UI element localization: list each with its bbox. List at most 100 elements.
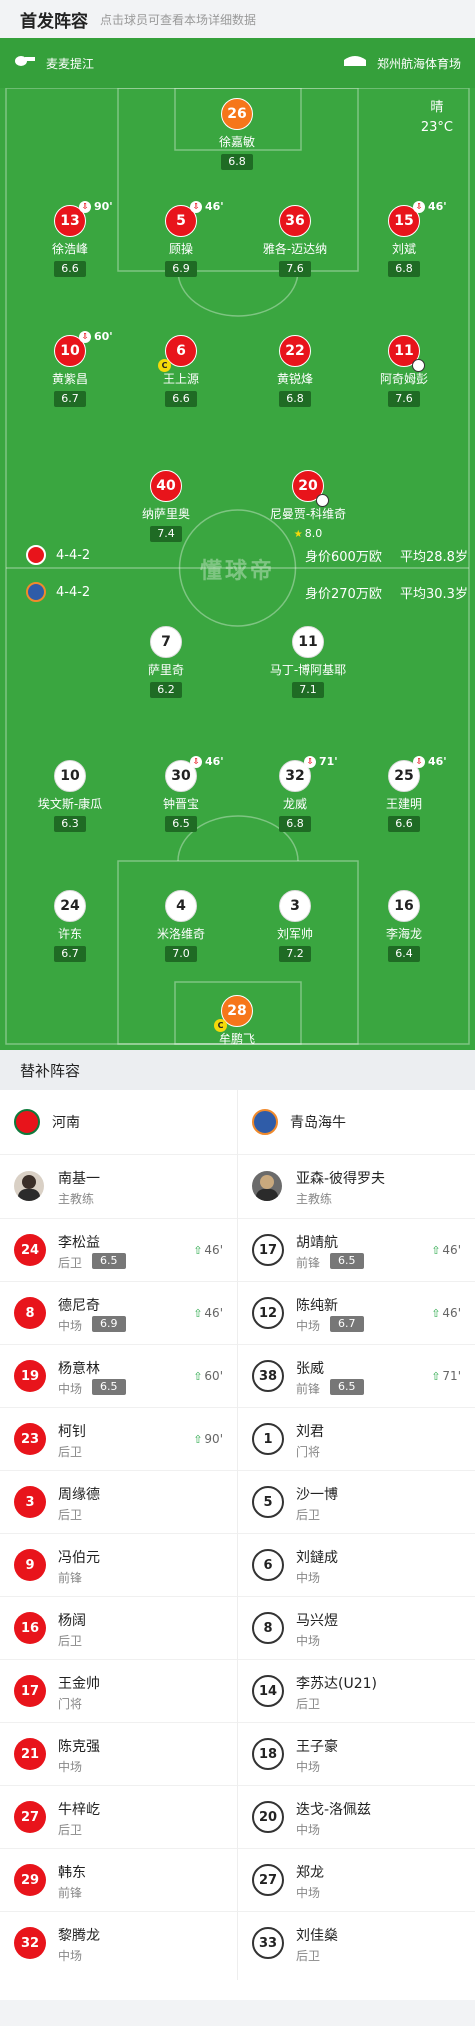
player-name: 米洛维奇 bbox=[156, 927, 205, 941]
away-sub-row[interactable]: 5 沙一博 后卫 bbox=[238, 1470, 475, 1533]
away-value: 身价270万欧 bbox=[305, 586, 382, 602]
sub-position: 中场 bbox=[296, 1760, 321, 1774]
away-player[interactable]: 10 埃文斯-康瓜 6.3 bbox=[10, 760, 130, 832]
player-rating-value: 6.7 bbox=[61, 392, 79, 405]
player-number: 40 bbox=[150, 470, 182, 502]
home-sub-row[interactable]: 23 柯钊 后卫 ⇧ 90' bbox=[0, 1407, 237, 1470]
sub-position: 后卫 bbox=[58, 1508, 83, 1522]
sub-in-minute: 46' bbox=[204, 1243, 223, 1257]
player-rating-value: 6.8 bbox=[286, 817, 304, 830]
player-number-text: 28 bbox=[227, 1003, 247, 1019]
sub-out-minute: 60' bbox=[94, 330, 113, 343]
home-coach-role: 主教练 bbox=[58, 1192, 95, 1206]
sub-name: 杨意林 bbox=[58, 1361, 100, 1377]
home-sub-row[interactable]: 21 陈克强 中场 bbox=[0, 1722, 237, 1785]
away-player[interactable]: 4 米洛维奇 7.0 bbox=[121, 890, 241, 962]
home-player[interactable]: 22 黄锐烽 6.8 bbox=[235, 335, 355, 407]
away-sub-row[interactable]: 27 郑龙 中场 bbox=[238, 1848, 475, 1911]
away-player[interactable]: 16 李海龙 6.4 bbox=[344, 890, 464, 962]
away-player[interactable]: 24 许东 6.7 bbox=[10, 890, 130, 962]
away-player[interactable]: 25 ⇩ 46' 王建明 6.6 bbox=[344, 755, 464, 832]
away-player[interactable]: 7 萨里奇 6.2 bbox=[106, 626, 226, 698]
captain-icon: C bbox=[214, 1019, 227, 1032]
home-sub-row[interactable]: 9 冯伯元 前锋 bbox=[0, 1533, 237, 1596]
away-player[interactable]: 3 刘军帅 7.2 bbox=[235, 890, 355, 962]
player-name: 黄锐烽 bbox=[276, 372, 313, 386]
home-player[interactable]: 20 ● 尼曼贾-科维奇 ★ 8.0 bbox=[248, 470, 368, 543]
player-rating-value: 6.9 bbox=[172, 262, 190, 275]
away-sub-row[interactable]: 18 王子豪 中场 bbox=[238, 1722, 475, 1785]
sub-name: 胡靖航 bbox=[296, 1235, 338, 1251]
venue-name: 郑州航海体育场 bbox=[376, 56, 461, 71]
home-sub-row[interactable]: 16 杨阔 后卫 bbox=[0, 1596, 237, 1659]
home-player[interactable]: 40 纳萨里奥 7.4 bbox=[106, 470, 226, 542]
home-sub-row[interactable]: 32 黎腾龙 中场 bbox=[0, 1911, 237, 1974]
home-player[interactable]: 10 ⇩ 60' 黄紫昌 6.7 bbox=[10, 330, 130, 407]
away-sub-row[interactable]: 20 迭戈-洛佩兹 中场 bbox=[238, 1785, 475, 1848]
home-player[interactable]: 11 ● 阿奇姆彭 7.6 bbox=[344, 335, 464, 407]
sub-in-info: ⇧ 46' bbox=[193, 1243, 223, 1257]
sub-name: 陈克强 bbox=[58, 1739, 100, 1755]
home-sub-row[interactable]: 29 韩东 前锋 bbox=[0, 1848, 237, 1911]
sub-out-minute: 46' bbox=[205, 200, 224, 213]
subs-title: 替补阵容 bbox=[0, 1050, 475, 1090]
away-coach-row[interactable]: 亚森-彼得罗夫 主教练 bbox=[238, 1154, 475, 1217]
home-coach-row[interactable]: 南基一 主教练 bbox=[0, 1154, 237, 1217]
home-player[interactable]: 6 C 王上源 6.6 bbox=[121, 335, 241, 407]
sub-in-info: ⇧ 90' bbox=[193, 1432, 223, 1446]
away-sub-row[interactable]: 17 胡靖航 前锋 6.5 ⇧ 46' bbox=[238, 1218, 475, 1281]
sub-number: 20 bbox=[252, 1801, 284, 1833]
sub-out-badge: ⇩ 46' bbox=[190, 755, 224, 768]
player-name: 萨里奇 bbox=[147, 663, 184, 677]
home-player[interactable]: 15 ⇩ 46' 刘斌 6.8 bbox=[344, 200, 464, 277]
home-value: 身价600万欧 bbox=[305, 549, 382, 565]
away-player[interactable]: 32 ⇩ 71' 龙威 6.8 bbox=[235, 755, 355, 832]
sub-number: 14 bbox=[252, 1675, 284, 1707]
away-sub-row[interactable]: 38 张威 前锋 6.5 ⇧ 71' bbox=[238, 1344, 475, 1407]
away-player[interactable]: 11 马丁-博阿基耶 7.1 bbox=[248, 626, 368, 698]
sub-rating: 6.9 bbox=[92, 1316, 126, 1332]
home-player[interactable]: 5 ⇩ 46' 顾操 6.9 bbox=[121, 200, 241, 277]
away-sub-row[interactable]: 12 陈纯新 中场 6.7 ⇧ 46' bbox=[238, 1281, 475, 1344]
player-number: 30 ⇩ 46' bbox=[165, 755, 224, 792]
player-number-text: 30 bbox=[171, 768, 191, 784]
home-sub-row[interactable]: 19 杨意林 中场 6.5 ⇧ 60' bbox=[0, 1344, 237, 1407]
sub-in-minute: 71' bbox=[442, 1369, 461, 1383]
sub-position: 中场 bbox=[58, 1319, 83, 1333]
sub-name: 冯伯元 bbox=[58, 1550, 100, 1566]
player-number: 13 ⇩ 90' bbox=[54, 200, 113, 237]
player-rating-value: 6.6 bbox=[61, 262, 79, 275]
sub-number: 18 bbox=[252, 1738, 284, 1770]
player-name: 雅各-迈达纳 bbox=[262, 242, 328, 256]
sub-position: 中场 bbox=[296, 1634, 321, 1648]
home-sub-row[interactable]: 27 牛梓屹 后卫 bbox=[0, 1785, 237, 1848]
away-coach-role: 主教练 bbox=[296, 1192, 333, 1206]
home-team-logo-icon bbox=[26, 545, 46, 565]
away-sub-row[interactable]: 8 马兴煜 中场 bbox=[238, 1596, 475, 1659]
captain-icon: C bbox=[158, 359, 171, 372]
home-formation: 4-4-2 bbox=[56, 547, 91, 563]
player-rating-value: 7.4 bbox=[157, 527, 175, 540]
away-sub-row[interactable]: 33 刘佳燊 后卫 bbox=[238, 1911, 475, 1974]
player-number-text: 10 bbox=[60, 768, 80, 784]
sub-rating: 6.5 bbox=[92, 1379, 126, 1395]
sub-name: 张威 bbox=[296, 1361, 324, 1377]
away-sub-row[interactable]: 1 刘君 门将 bbox=[238, 1407, 475, 1470]
home-sub-row[interactable]: 8 德尼奇 中场 6.9 ⇧ 46' bbox=[0, 1281, 237, 1344]
home-player[interactable]: 13 ⇩ 90' 徐浩峰 6.6 bbox=[10, 200, 130, 277]
away-player[interactable]: 30 ⇩ 46' 钟晋宝 6.5 bbox=[121, 755, 241, 832]
player-number-text: 15 bbox=[394, 213, 414, 229]
away-sub-row[interactable]: 6 刘鐽成 中场 bbox=[238, 1533, 475, 1596]
home-player[interactable]: 36 雅各-迈达纳 7.6 bbox=[235, 205, 355, 277]
sub-name: 沙一博 bbox=[296, 1487, 338, 1503]
sub-position: 中场 bbox=[296, 1886, 321, 1900]
home-sub-row[interactable]: 17 王金帅 门将 bbox=[0, 1659, 237, 1722]
away-player[interactable]: 28C牟鹏飞7.9 bbox=[177, 995, 297, 1050]
sub-in-info: ⇧ 46' bbox=[431, 1306, 461, 1320]
home-sub-row[interactable]: 24 李松益 后卫 6.5 ⇧ 46' bbox=[0, 1218, 237, 1281]
home-sub-row[interactable]: 3 周缘德 后卫 bbox=[0, 1470, 237, 1533]
sub-number: 21 bbox=[14, 1738, 46, 1770]
home-player[interactable]: 26 徐嘉敏 6.8 bbox=[177, 98, 297, 170]
sub-number: 19 bbox=[14, 1360, 46, 1392]
away-sub-row[interactable]: 14 李苏达(U21) 后卫 bbox=[238, 1659, 475, 1722]
